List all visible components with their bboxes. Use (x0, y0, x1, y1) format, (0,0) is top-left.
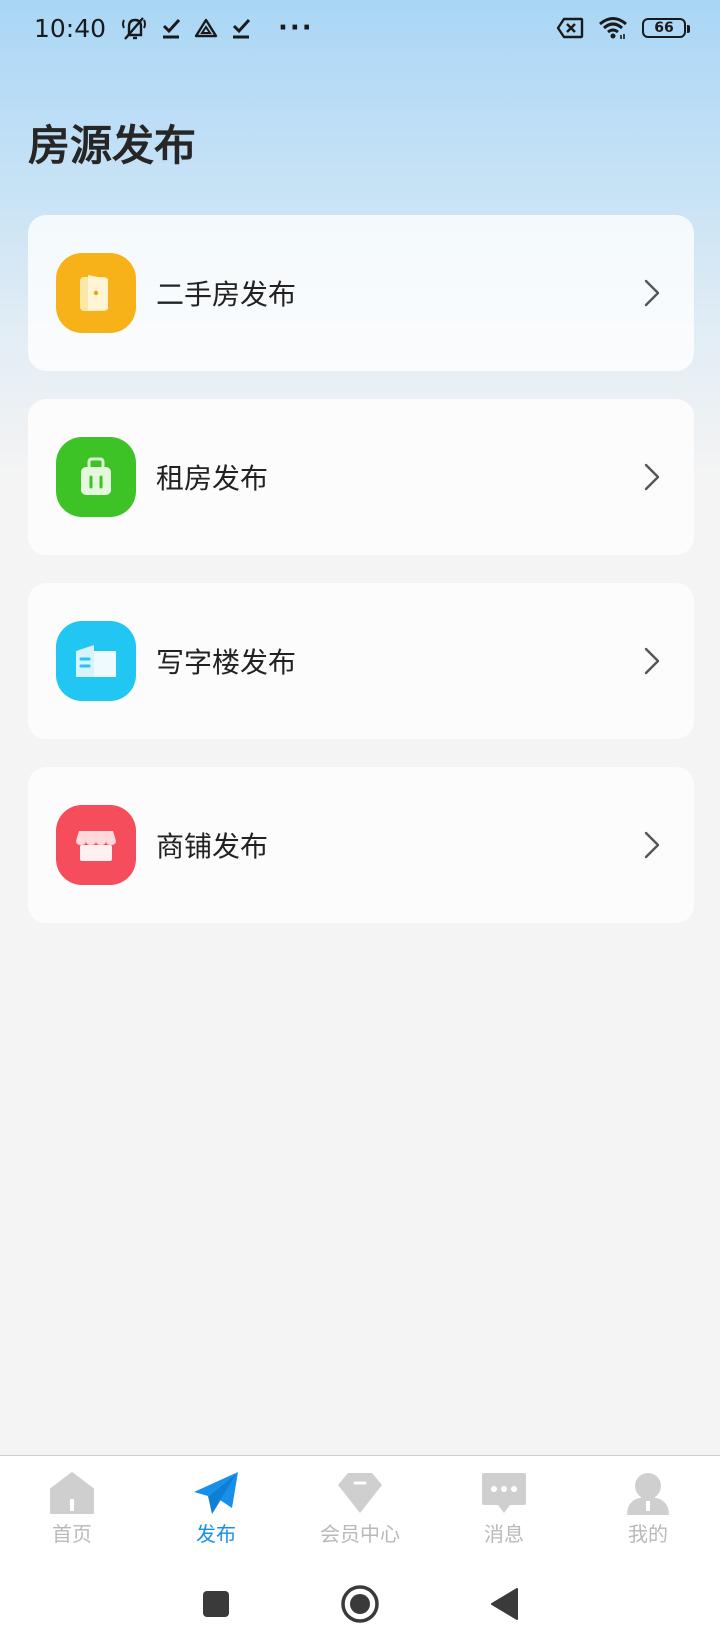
download-done-icon (230, 16, 252, 40)
system-nav-bar (0, 1558, 720, 1650)
tab-bar: 首页 发布 会员中心 消息 我的 (0, 1456, 720, 1556)
menu-item-office[interactable]: 写字楼发布 (28, 583, 694, 739)
menu-item-label: 二手房发布 (156, 278, 297, 311)
chat-icon (480, 1470, 528, 1516)
door-icon (56, 253, 136, 333)
tab-messages[interactable]: 消息 (432, 1456, 576, 1556)
menu-item-shop[interactable]: 商铺发布 (28, 767, 694, 923)
recents-icon[interactable] (144, 1589, 288, 1619)
menu-item-label: 商铺发布 (156, 830, 269, 863)
menu-item-label: 租房发布 (156, 462, 269, 495)
status-time: 10:40 (34, 13, 107, 43)
more-notifications-icon: ··· (278, 13, 314, 43)
tab-label: 首页 (52, 1522, 92, 1546)
tab-label: 我的 (628, 1522, 668, 1546)
menu-item-label: 写字楼发布 (156, 646, 297, 679)
page-title: 房源发布 (28, 121, 197, 170)
tab-label: 发布 (196, 1522, 236, 1546)
chevron-right-icon (644, 279, 660, 307)
sim-blocked-icon (556, 17, 584, 39)
tab-mine[interactable]: 我的 (576, 1456, 720, 1556)
home-icon (48, 1470, 96, 1516)
wifi-icon (598, 16, 628, 40)
chevron-right-icon (644, 647, 660, 675)
status-bar: 10:40 ··· 66 (0, 0, 720, 56)
download-done-icon (160, 16, 182, 40)
chevron-right-icon (644, 463, 660, 491)
storefront-icon (56, 805, 136, 885)
paper-plane-icon (192, 1470, 240, 1516)
menu-item-rental[interactable]: 租房发布 (28, 399, 694, 555)
mute-icon (120, 15, 148, 41)
battery-icon: 66 (642, 18, 690, 38)
back-icon[interactable] (432, 1587, 576, 1621)
menu-item-second-hand[interactable]: 二手房发布 (28, 215, 694, 371)
bottom-area: 首页 发布 会员中心 消息 我的 (0, 1455, 720, 1650)
luggage-icon (56, 437, 136, 517)
publish-menu: 二手房发布 租房发布 写字楼发布 商铺发布 (28, 215, 694, 951)
tab-member-center[interactable]: 会员中心 (288, 1456, 432, 1556)
building-icon (56, 621, 136, 701)
home-circle-icon[interactable] (288, 1584, 432, 1624)
tab-home[interactable]: 首页 (0, 1456, 144, 1556)
user-icon (624, 1470, 672, 1516)
tab-publish[interactable]: 发布 (144, 1456, 288, 1556)
chevron-right-icon (644, 831, 660, 859)
tab-label: 会员中心 (320, 1522, 400, 1546)
drive-icon (194, 17, 218, 39)
tab-label: 消息 (484, 1522, 524, 1546)
diamond-icon (336, 1470, 384, 1516)
